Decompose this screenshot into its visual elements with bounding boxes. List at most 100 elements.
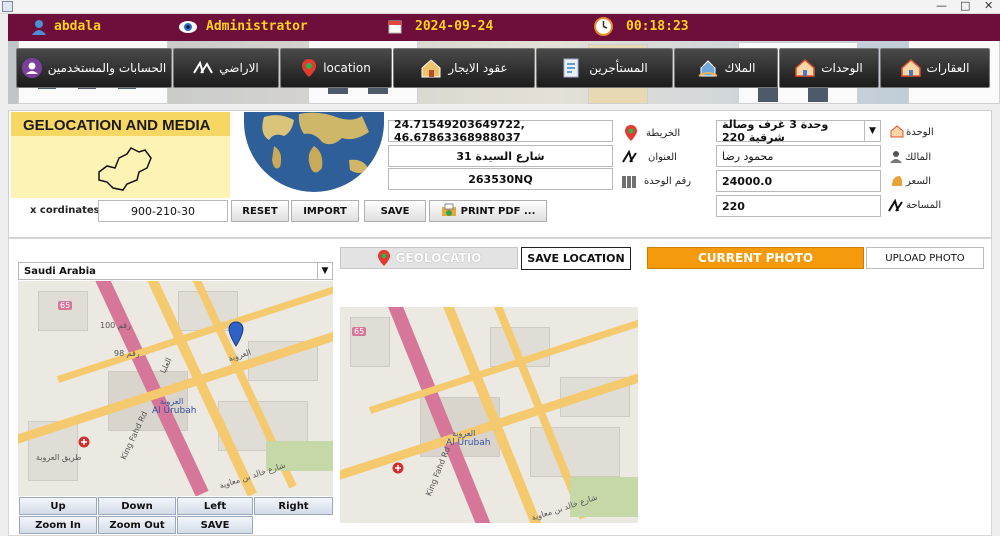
map-district-en: Al Urubah (152, 406, 197, 416)
print-icon (441, 203, 456, 216)
upload-photo-button[interactable]: UPLOAD PHOTO (866, 247, 984, 269)
barcode-icon (622, 176, 636, 188)
price-label: السعر (906, 176, 932, 187)
nav-accounts-label: الحسابات والمستخدمين (47, 61, 167, 75)
nav-tenants-label: المستأجرين (589, 61, 648, 75)
calendar-icon (388, 20, 402, 34)
print-pdf-label: PRINT PDF ... (460, 205, 536, 217)
house-contract-icon (421, 59, 441, 78)
nav-properties-label: العقارات (926, 61, 970, 75)
map-marker-icon[interactable] (228, 321, 244, 347)
address-field[interactable]: شارع السيدة 31 (388, 145, 613, 167)
nav-leases-button[interactable]: عقود الايجار (393, 48, 535, 88)
geo-title: GELOCATION AND MEDIA (23, 117, 211, 134)
price-field[interactable]: 24000.0 (716, 170, 881, 192)
owner-field[interactable]: محمود رضا (716, 145, 881, 167)
map-label: الخريطة (646, 128, 681, 139)
maximize-button[interactable]: □ (960, 0, 970, 13)
app-icon (2, 1, 13, 12)
print-pdf-button[interactable]: PRINT PDF ... (429, 200, 547, 222)
interactive-map[interactable]: 65 رقم 100 رقم 98 العروبة العليا العروبة… (18, 281, 333, 496)
hospital-icon (78, 436, 90, 448)
current-user: abdala (54, 19, 101, 34)
map-pin-icon (625, 125, 637, 141)
geolocation-button[interactable]: GEOLOCATIO (340, 247, 518, 269)
nav-owners-label: الملاك (724, 61, 756, 75)
unit-select-value: وحدة 3 غرف وصالة شرقية 220 (722, 118, 829, 144)
country-select-value: Saudi Arabia (24, 265, 96, 277)
nav-lands-button[interactable]: الاراضي (173, 48, 279, 88)
minimize-button[interactable]: — (936, 0, 947, 13)
unit-select[interactable]: وحدة 3 غرف وصالة شرقية 220 ▼ (716, 118, 881, 144)
owner-icon (890, 151, 902, 163)
nav-owners-button[interactable]: الملاك (674, 48, 778, 88)
coords-field[interactable]: 24.71549203649722, 46.67863368988037 (388, 118, 613, 144)
chevron-down-icon[interactable]: ▼ (317, 263, 332, 279)
geo-title-box: GELOCATION AND MEDIA (11, 112, 230, 198)
save-location-button[interactable]: SAVE LOCATION (521, 247, 631, 270)
tenant-form-icon (563, 58, 579, 78)
price-icon (892, 176, 903, 186)
area-icon (888, 199, 903, 212)
map-up-button[interactable]: Up (19, 497, 97, 515)
nav-location-label: location (323, 61, 371, 75)
area-label: المساحة (906, 200, 942, 211)
nav-accounts-button[interactable]: الحسابات والمستخدمين (16, 48, 172, 88)
country-select[interactable]: Saudi Arabia ▼ (18, 262, 333, 280)
nav-lands-label: الاراضي (219, 61, 259, 75)
save-button[interactable]: SAVE (364, 200, 426, 222)
nav-properties-button[interactable]: العقارات (880, 48, 990, 88)
map-street-label: طريق العروبة (36, 453, 82, 462)
unit-number-label: رقم الوحدة (644, 176, 692, 187)
map-street-label: رقم 98 (114, 349, 140, 358)
owner-house-icon (697, 60, 718, 77)
address-icon (622, 150, 637, 163)
address-label: العنوان (648, 152, 677, 163)
window-titlebar: — □ ✕ (0, 0, 1000, 14)
current-role: Administrator (206, 19, 308, 34)
account-avatar-icon (21, 58, 42, 78)
map-left-button[interactable]: Left (177, 497, 253, 515)
location-pin-icon (302, 59, 317, 77)
nav-leases-label: عقود الايجار (448, 61, 508, 75)
region-outline-icon (98, 147, 152, 191)
clock-icon (594, 17, 613, 36)
close-window-button[interactable]: ✕ (984, 0, 993, 13)
geolocation-label: GEOLOCATIO (395, 251, 482, 265)
properties-house-icon (900, 59, 921, 77)
units-house-icon (795, 59, 815, 77)
hospital-icon (392, 462, 404, 474)
map-district-ar: العروبة (452, 429, 476, 438)
x-coordinates-field[interactable]: 900-210-30 (98, 200, 228, 222)
current-time: 00:18:23 (626, 19, 689, 34)
unit-number-field[interactable]: 263530NQ (388, 168, 613, 190)
nav-location-button[interactable]: location (280, 48, 392, 88)
map-zoom-in-button[interactable]: Zoom In (19, 516, 97, 534)
map-preview-image: 65 العروبة Al Urubah King Fahd Rd شارع خ… (340, 307, 638, 523)
map-save-button[interactable]: SAVE (177, 516, 253, 534)
user-icon (32, 20, 46, 35)
nav-tenants-button[interactable]: المستأجرين (536, 48, 673, 88)
reset-button[interactable]: RESET (231, 200, 289, 222)
map-street-label: رقم 100 (100, 321, 131, 330)
land-icon (193, 61, 214, 74)
unit-label: الوحدة (906, 127, 934, 138)
map-down-button[interactable]: Down (98, 497, 176, 515)
current-date: 2024-09-24 (415, 19, 494, 34)
eye-icon (179, 21, 197, 33)
map-district-en: Al Urubah (446, 438, 491, 448)
nav-units-button[interactable]: الوحدات (779, 48, 879, 88)
route-shield: 65 (58, 301, 73, 310)
import-button[interactable]: IMPORT (291, 200, 359, 222)
map-zoom-out-button[interactable]: Zoom Out (98, 516, 176, 534)
map-right-button[interactable]: Right (254, 497, 333, 515)
nav-units-label: الوحدات (821, 61, 863, 75)
chevron-down-icon[interactable]: ▼ (864, 121, 880, 141)
unit-icon (890, 125, 904, 138)
owner-label: المالك (905, 152, 932, 163)
area-field[interactable]: 220 (716, 195, 881, 217)
location-pin-icon (377, 250, 390, 266)
header-banner: abdala Administrator 2024-09-24 00:18:23… (8, 14, 1000, 104)
current-photo-button[interactable]: CURRENT PHOTO (647, 247, 864, 269)
map-district-ar: العروبة (160, 397, 184, 406)
